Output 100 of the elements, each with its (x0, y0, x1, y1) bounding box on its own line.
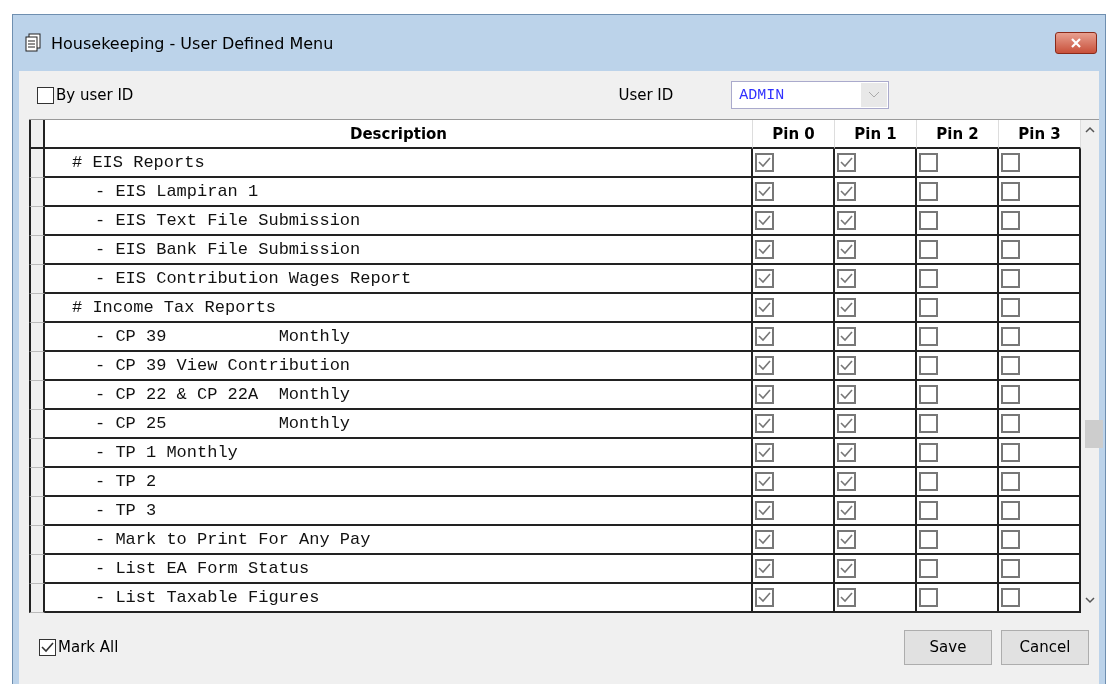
pin-checkbox[interactable] (755, 472, 774, 491)
scroll-up-icon[interactable] (1085, 126, 1095, 133)
user-id-dropdown[interactable]: ADMIN (731, 81, 890, 109)
pin-checkbox[interactable] (837, 327, 856, 346)
pin-checkbox[interactable] (837, 182, 856, 201)
menu-group-cell: # EIS Reports (45, 149, 753, 178)
pin-checkbox[interactable] (919, 298, 938, 317)
pin-checkbox[interactable] (755, 385, 774, 404)
pin-checkbox[interactable] (919, 559, 938, 578)
save-button[interactable]: Save (904, 629, 992, 665)
close-icon (1070, 38, 1082, 48)
row-header[interactable] (29, 178, 45, 207)
pin-checkbox[interactable] (1001, 153, 1020, 172)
pin-checkbox[interactable] (1001, 501, 1020, 520)
pin-checkbox[interactable] (919, 356, 938, 375)
pin-checkbox[interactable] (919, 385, 938, 404)
pin-checkbox[interactable] (837, 240, 856, 259)
pin-checkbox[interactable] (919, 269, 938, 288)
row-header[interactable] (29, 207, 45, 236)
menu-item-cell: - TP 1 Monthly (45, 439, 753, 468)
pin-checkbox[interactable] (919, 182, 938, 201)
chevron-down-icon (868, 91, 881, 99)
pin-checkbox[interactable] (1001, 356, 1020, 375)
pin-checkbox[interactable] (919, 240, 938, 259)
pin-checkbox[interactable] (837, 356, 856, 375)
pin-checkbox[interactable] (919, 588, 938, 607)
pin-checkbox[interactable] (755, 443, 774, 462)
pin-checkbox[interactable] (1001, 298, 1020, 317)
row-header[interactable] (29, 439, 45, 468)
pin-checkbox[interactable] (919, 327, 938, 346)
pin-checkbox[interactable] (837, 385, 856, 404)
pin-checkbox[interactable] (919, 472, 938, 491)
pin-checkbox[interactable] (919, 414, 938, 433)
pin-checkbox[interactable] (837, 588, 856, 607)
row-header[interactable] (29, 555, 45, 584)
cancel-button[interactable]: Cancel (1001, 629, 1089, 665)
pin-checkbox[interactable] (755, 211, 774, 230)
pin-checkbox[interactable] (755, 414, 774, 433)
by-user-id-checkbox[interactable]: By user ID (37, 86, 134, 104)
menu-item-cell: - List Taxable Figures (45, 584, 753, 613)
pin-checkbox[interactable] (755, 327, 774, 346)
pin-checkbox[interactable] (755, 240, 774, 259)
row-header[interactable] (29, 410, 45, 439)
pin-checkbox[interactable] (919, 530, 938, 549)
pin-checkbox[interactable] (1001, 414, 1020, 433)
pin-checkbox[interactable] (837, 298, 856, 317)
pin-checkbox[interactable] (837, 443, 856, 462)
pin-checkbox[interactable] (1001, 530, 1020, 549)
pin-checkbox[interactable] (755, 298, 774, 317)
column-header: Pin 0 (753, 120, 835, 149)
pin-checkbox[interactable] (919, 443, 938, 462)
pin-checkbox[interactable] (755, 153, 774, 172)
pin-checkbox[interactable] (755, 559, 774, 578)
menu-item-cell: - EIS Text File Submission (45, 207, 753, 236)
close-button[interactable] (1055, 32, 1097, 54)
row-header[interactable] (29, 149, 45, 178)
pin-checkbox[interactable] (1001, 588, 1020, 607)
column-header: Description (45, 120, 753, 149)
pin-checkbox[interactable] (755, 182, 774, 201)
row-header[interactable] (29, 294, 45, 323)
row-header[interactable] (29, 497, 45, 526)
row-header[interactable] (29, 526, 45, 555)
row-header[interactable] (29, 381, 45, 410)
pin-checkbox[interactable] (755, 269, 774, 288)
pin-checkbox[interactable] (837, 414, 856, 433)
row-header[interactable] (29, 236, 45, 265)
pin-checkbox[interactable] (1001, 240, 1020, 259)
pin-checkbox[interactable] (919, 211, 938, 230)
pin-checkbox[interactable] (1001, 269, 1020, 288)
pin-checkbox[interactable] (755, 530, 774, 549)
pin-checkbox[interactable] (1001, 385, 1020, 404)
column-header: Pin 3 (999, 120, 1081, 149)
mark-all-checkbox[interactable]: Mark All (39, 638, 895, 656)
pin-checkbox[interactable] (837, 472, 856, 491)
pin-checkbox[interactable] (1001, 182, 1020, 201)
column-header: Pin 2 (917, 120, 999, 149)
pin-checkbox[interactable] (1001, 327, 1020, 346)
scroll-thumb[interactable] (1085, 420, 1103, 448)
pin-checkbox[interactable] (837, 501, 856, 520)
row-header[interactable] (29, 352, 45, 381)
row-header[interactable] (29, 323, 45, 352)
pin-checkbox[interactable] (837, 269, 856, 288)
pin-checkbox[interactable] (1001, 559, 1020, 578)
pin-checkbox[interactable] (837, 559, 856, 578)
pin-checkbox[interactable] (837, 211, 856, 230)
pin-checkbox[interactable] (919, 153, 938, 172)
pin-checkbox[interactable] (919, 501, 938, 520)
scroll-down-icon[interactable] (1085, 597, 1095, 604)
pin-checkbox[interactable] (755, 356, 774, 375)
pin-checkbox[interactable] (755, 588, 774, 607)
pin-checkbox[interactable] (1001, 443, 1020, 462)
menu-item-cell: - CP 22 & CP 22A Monthly (45, 381, 753, 410)
pin-checkbox[interactable] (1001, 211, 1020, 230)
pin-checkbox[interactable] (837, 530, 856, 549)
pin-checkbox[interactable] (755, 501, 774, 520)
pin-checkbox[interactable] (837, 153, 856, 172)
row-header[interactable] (29, 265, 45, 294)
pin-checkbox[interactable] (1001, 472, 1020, 491)
row-header[interactable] (29, 468, 45, 497)
row-header[interactable] (29, 584, 45, 613)
